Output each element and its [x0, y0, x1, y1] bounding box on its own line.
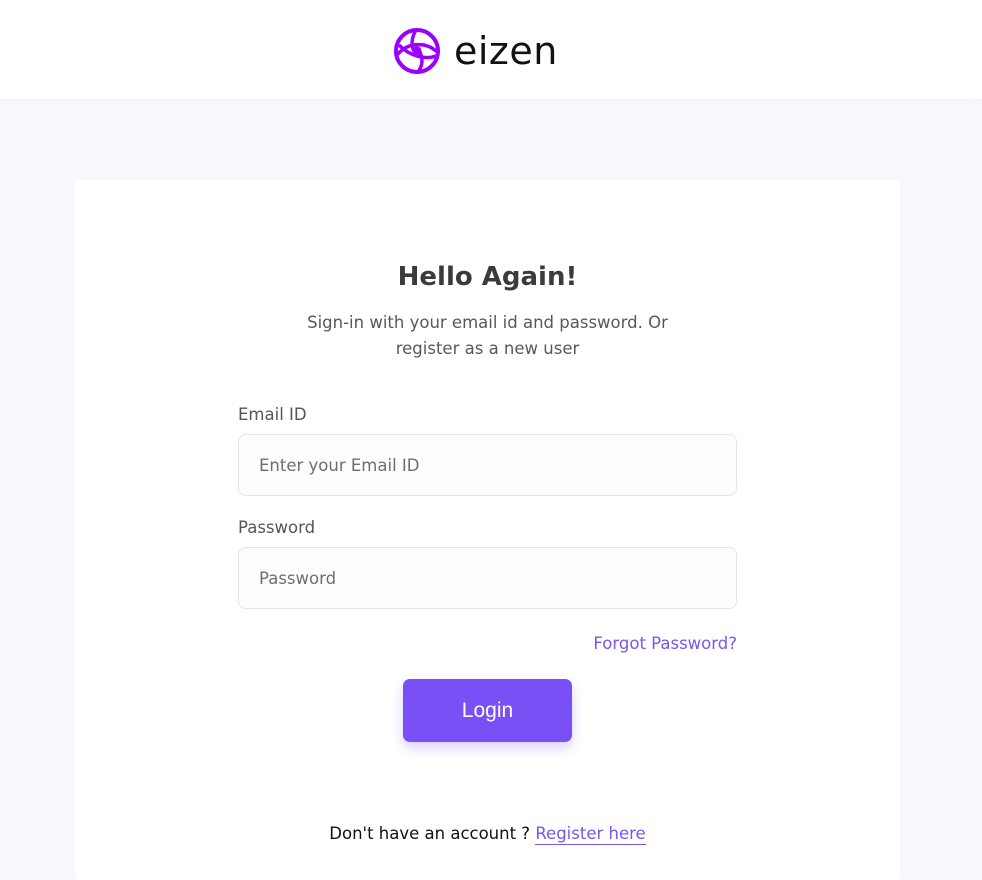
subtitle-line-1: Sign-in with your email id and password.… [307, 313, 668, 332]
login-card: Hello Again! Sign-in with your email id … [75, 180, 900, 880]
password-label: Password [238, 518, 316, 537]
register-prompt: Don't have an account ? Register here [75, 824, 900, 845]
login-button[interactable]: Login [403, 679, 572, 742]
page-subtitle: Sign-in with your email id and password.… [75, 310, 900, 362]
eizen-eye-icon [392, 26, 442, 76]
email-label: Email ID [238, 405, 307, 424]
email-input[interactable] [238, 434, 737, 496]
subtitle-line-2: register as a new user [395, 339, 580, 358]
top-header: eizen [0, 0, 982, 99]
forgot-password-link[interactable]: Forgot Password? [593, 634, 737, 653]
password-input[interactable] [238, 547, 737, 609]
register-link[interactable]: Register here [535, 824, 646, 845]
no-account-text: Don't have an account ? [329, 824, 531, 843]
page-title: Hello Again! [397, 262, 578, 292]
brand-logo[interactable]: eizen [392, 26, 558, 76]
brand-name: eizen [454, 29, 558, 73]
